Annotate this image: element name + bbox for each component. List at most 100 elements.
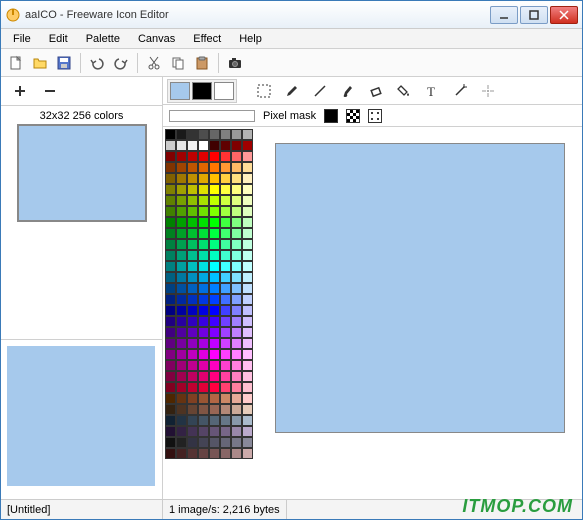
palette-swatch[interactable] — [165, 404, 176, 415]
palette-swatch[interactable] — [242, 338, 253, 349]
icon-thumbnail[interactable] — [17, 124, 147, 222]
palette-swatch[interactable] — [198, 239, 209, 250]
palette-swatch[interactable] — [209, 349, 220, 360]
palette-swatch[interactable] — [198, 338, 209, 349]
palette-swatch[interactable] — [209, 426, 220, 437]
palette-swatch[interactable] — [231, 338, 242, 349]
palette-swatch[interactable] — [242, 283, 253, 294]
palette-swatch[interactable] — [176, 261, 187, 272]
palette-swatch[interactable] — [187, 162, 198, 173]
palette-swatch[interactable] — [242, 184, 253, 195]
palette-swatch[interactable] — [165, 173, 176, 184]
palette-swatch[interactable] — [176, 393, 187, 404]
palette-swatch[interactable] — [198, 305, 209, 316]
brush-tool[interactable] — [337, 80, 359, 102]
palette-swatch[interactable] — [242, 261, 253, 272]
capture-button[interactable] — [224, 52, 246, 74]
palette-swatch[interactable] — [209, 261, 220, 272]
palette-swatch[interactable] — [242, 327, 253, 338]
palette-swatch[interactable] — [209, 272, 220, 283]
palette-swatch[interactable] — [165, 206, 176, 217]
palette-swatch[interactable] — [220, 140, 231, 151]
palette-swatch[interactable] — [242, 173, 253, 184]
palette-swatch[interactable] — [220, 162, 231, 173]
palette-swatch[interactable] — [242, 162, 253, 173]
palette-swatch[interactable] — [231, 228, 242, 239]
palette-swatch[interactable] — [220, 327, 231, 338]
palette-swatch[interactable] — [198, 151, 209, 162]
palette-swatch[interactable] — [209, 371, 220, 382]
palette-swatch[interactable] — [209, 228, 220, 239]
mask-solid[interactable] — [324, 109, 338, 123]
palette-swatch[interactable] — [220, 415, 231, 426]
menu-canvas[interactable]: Canvas — [130, 31, 183, 47]
palette-swatch[interactable] — [198, 360, 209, 371]
palette-swatch[interactable] — [209, 283, 220, 294]
palette-swatch[interactable] — [220, 151, 231, 162]
palette-swatch[interactable] — [220, 272, 231, 283]
palette-swatch[interactable] — [220, 426, 231, 437]
cut-button[interactable] — [143, 52, 165, 74]
palette-swatch[interactable] — [187, 404, 198, 415]
palette-swatch[interactable] — [209, 206, 220, 217]
palette-swatch[interactable] — [220, 129, 231, 140]
editing-canvas[interactable] — [275, 143, 565, 433]
palette-swatch[interactable] — [242, 305, 253, 316]
palette-swatch[interactable] — [198, 415, 209, 426]
palette-swatch[interactable] — [231, 184, 242, 195]
palette-swatch[interactable] — [231, 448, 242, 459]
palette-swatch[interactable] — [220, 316, 231, 327]
palette-swatch[interactable] — [165, 261, 176, 272]
palette-swatch[interactable] — [176, 173, 187, 184]
palette-swatch[interactable] — [198, 206, 209, 217]
eraser-tool[interactable] — [365, 80, 387, 102]
palette-swatch[interactable] — [187, 272, 198, 283]
palette-swatch[interactable] — [209, 140, 220, 151]
palette-swatch[interactable] — [220, 217, 231, 228]
palette-swatch[interactable] — [209, 162, 220, 173]
mask-dots[interactable] — [368, 109, 382, 123]
palette-swatch[interactable] — [176, 239, 187, 250]
remove-image-button[interactable] — [39, 80, 61, 102]
palette-swatch[interactable] — [165, 437, 176, 448]
palette-swatch[interactable] — [165, 217, 176, 228]
palette-swatch[interactable] — [242, 206, 253, 217]
palette-swatch[interactable] — [220, 448, 231, 459]
palette-swatch[interactable] — [187, 349, 198, 360]
palette-swatch[interactable] — [176, 426, 187, 437]
menu-effect[interactable]: Effect — [185, 31, 229, 47]
palette-swatch[interactable] — [209, 250, 220, 261]
palette-swatch[interactable] — [165, 316, 176, 327]
palette-swatch[interactable] — [176, 404, 187, 415]
maximize-button[interactable] — [520, 6, 548, 24]
palette-swatch[interactable] — [242, 195, 253, 206]
palette-swatch[interactable] — [242, 217, 253, 228]
palette-swatch[interactable] — [231, 415, 242, 426]
palette-swatch[interactable] — [220, 261, 231, 272]
palette-swatch[interactable] — [209, 305, 220, 316]
palette-swatch[interactable] — [198, 173, 209, 184]
palette-swatch[interactable] — [209, 404, 220, 415]
palette-swatch[interactable] — [198, 228, 209, 239]
palette-swatch[interactable] — [220, 239, 231, 250]
palette-swatch[interactable] — [165, 162, 176, 173]
palette-swatch[interactable] — [176, 283, 187, 294]
palette-swatch[interactable] — [220, 173, 231, 184]
palette-swatch[interactable] — [220, 228, 231, 239]
palette-swatch[interactable] — [242, 272, 253, 283]
palette-swatch[interactable] — [198, 437, 209, 448]
palette-swatch[interactable] — [209, 327, 220, 338]
palette-swatch[interactable] — [209, 382, 220, 393]
palette-swatch[interactable] — [176, 316, 187, 327]
palette-swatch[interactable] — [165, 184, 176, 195]
picker-tool[interactable] — [477, 80, 499, 102]
palette-swatch[interactable] — [165, 250, 176, 261]
palette-swatch[interactable] — [176, 184, 187, 195]
palette-swatch[interactable] — [242, 151, 253, 162]
redo-button[interactable] — [110, 52, 132, 74]
palette-swatch[interactable] — [198, 327, 209, 338]
palette-swatch[interactable] — [187, 140, 198, 151]
palette-swatch[interactable] — [231, 437, 242, 448]
palette-swatch[interactable] — [231, 404, 242, 415]
palette-swatch[interactable] — [209, 239, 220, 250]
